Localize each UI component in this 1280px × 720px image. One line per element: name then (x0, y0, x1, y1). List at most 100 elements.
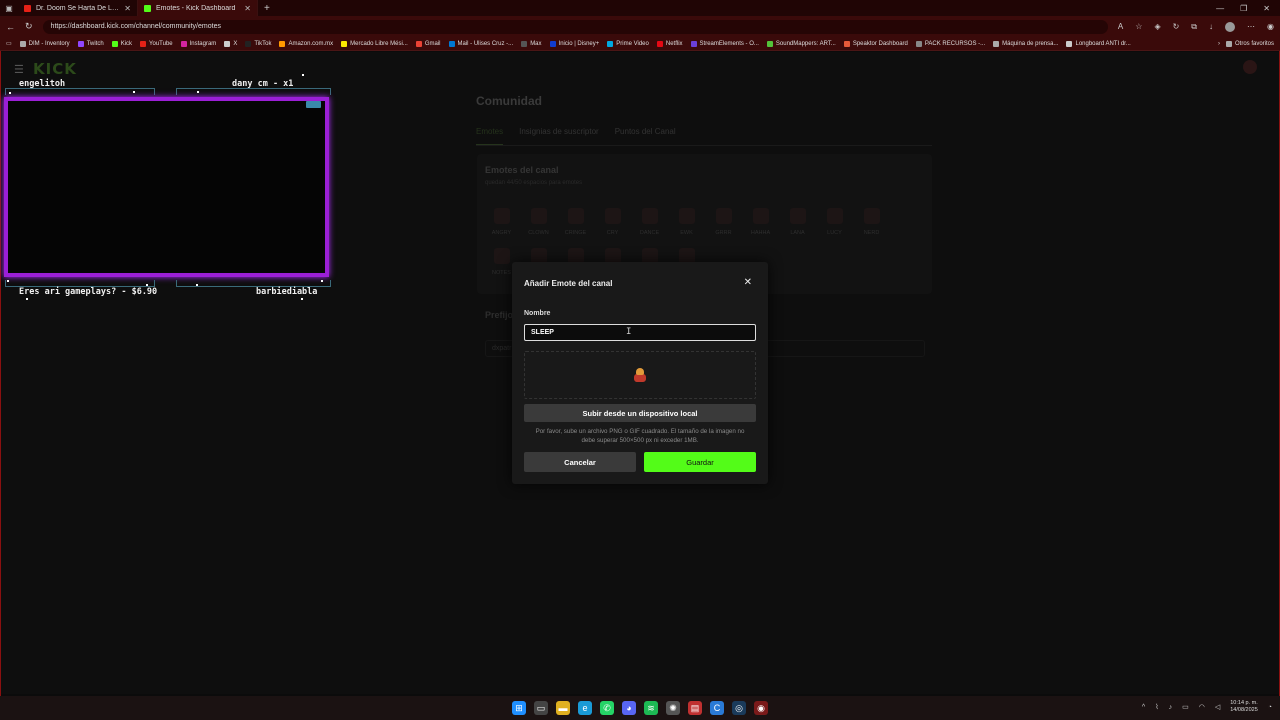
steam-icon[interactable]: ◎ (732, 701, 746, 715)
extension-icon[interactable]: ◈ (1154, 22, 1160, 32)
bookmark[interactable]: Netflix (656, 40, 683, 47)
task-view-icon[interactable]: ▭ (534, 701, 548, 715)
emote-item[interactable]: NERD (853, 208, 890, 236)
ccleaner-icon[interactable]: C (710, 701, 724, 715)
kick-icon (144, 4, 151, 12)
profile-avatar[interactable] (1225, 21, 1236, 32)
tab-emotes[interactable]: Emotes (476, 127, 504, 145)
kick-logo[interactable]: KICK (33, 60, 77, 78)
tab-channel-points[interactable]: Puntos del Canal (615, 127, 676, 145)
close-window-icon[interactable]: ✕ (1263, 4, 1270, 13)
chatgpt-icon[interactable]: ✺ (666, 701, 680, 715)
bookmark[interactable]: Amazon.com.mx (279, 40, 333, 47)
edge-icon[interactable]: e (578, 701, 592, 715)
bookmark[interactable]: StreamElements - O... (690, 40, 759, 47)
tab-title: Dr. Doom Se Harta De Los 4 Fant (36, 4, 120, 12)
discord-icon[interactable]: ◕ (622, 701, 636, 715)
emote-item[interactable]: CRY (594, 208, 631, 236)
bookmarks-bar: ▭ DIM - Inventory Twitch Kick YouTube In… (0, 37, 1280, 51)
minimize-icon[interactable]: — (1216, 4, 1224, 13)
whatsapp-icon[interactable]: ✆ (600, 701, 614, 715)
emote-item[interactable]: HAHHA (742, 208, 779, 236)
emote-item[interactable]: ANGRY (483, 208, 520, 236)
emote-item[interactable]: EWK (668, 208, 705, 236)
other-bookmarks[interactable]: Otros favoritos (1225, 40, 1274, 47)
read-aloud-icon[interactable]: A (1118, 22, 1123, 32)
bookmark[interactable]: Mail - Ulises Cruz -... (448, 40, 513, 47)
more-bookmarks-icon[interactable]: › (1218, 41, 1220, 47)
emote-item[interactable]: LANA (779, 208, 816, 236)
add-emote-modal: Añadir Emote del canal ✕ Nombre SLEEP I … (512, 262, 768, 484)
bookmark[interactable]: Mercado Libre Mési... (341, 40, 408, 47)
bookmark[interactable]: PACK RECURSOS -... (915, 40, 985, 47)
emote-item[interactable]: GRRR (705, 208, 742, 236)
emote-item[interactable]: DANCE (631, 208, 668, 236)
network-icon[interactable]: ⌇ (1155, 703, 1158, 711)
system-clock[interactable]: 10:14 p. m. 14/08/2025 (1230, 700, 1258, 714)
notifications-icon[interactable]: ◔ (1268, 704, 1272, 711)
favorite-star-icon[interactable]: ☆ (1135, 22, 1142, 32)
emote-item[interactable]: LUCY (816, 208, 853, 236)
url-field[interactable]: https://dashboard.kick.com/channel/commu… (42, 19, 1108, 34)
tray-overflow-icon[interactable]: ^ (1142, 704, 1145, 711)
tab-title: Emotes - Kick Dashboard (156, 4, 236, 12)
overlay-camera-frame (4, 97, 329, 277)
toolbar-icons: A ☆ ◈ ↻ ⧉ ↓ ⋯ ◉ (1118, 21, 1274, 32)
display-icon[interactable]: ▭ (1182, 703, 1189, 711)
menu-icon[interactable]: ☰ (14, 63, 24, 76)
mic-icon[interactable]: ♪ (1169, 704, 1173, 711)
tiktok-icon (245, 40, 252, 47)
emote-dropzone[interactable] (524, 351, 756, 399)
new-tab-button[interactable]: + (258, 3, 276, 14)
refresh-extension-icon[interactable]: ↻ (1173, 22, 1180, 32)
copilot-icon[interactable]: ◉ (1267, 22, 1274, 32)
bookmark[interactable]: DIM - Inventory (19, 40, 70, 47)
cancel-button[interactable]: Cancelar (524, 452, 636, 472)
windows-start-icon[interactable]: ⊞ (512, 701, 526, 715)
bookmark-label: Prime Video (616, 40, 649, 47)
bookmark[interactable]: Máquina de prensa... (993, 40, 1058, 47)
emote-slots-text: quedan 44/50 espacios para emotes (485, 180, 583, 186)
emote-item[interactable]: CLOWN (520, 208, 557, 236)
close-tab-icon[interactable]: ✕ (124, 4, 131, 13)
bookmark[interactable]: Max (521, 40, 542, 47)
tab-youtube[interactable]: Dr. Doom Se Harta De Los 4 Fant ✕ (18, 0, 138, 16)
bookmark[interactable]: Kick (111, 40, 132, 47)
bookmark[interactable]: Longboard ANTI dr... (1066, 40, 1131, 47)
spotify-icon[interactable]: ≋ (644, 701, 658, 715)
volume-icon[interactable]: ◁ (1215, 703, 1220, 711)
bookmark[interactable]: YouTube (140, 40, 173, 47)
upload-local-button[interactable]: Subir desde un dispositivo local (524, 404, 756, 422)
bookmark[interactable]: TikTok (245, 40, 271, 47)
emote-name-input[interactable]: SLEEP (524, 324, 756, 341)
tab-subscriber-badges[interactable]: Insignias de suscriptor (519, 127, 599, 145)
download-icon[interactable]: ↓ (1209, 22, 1213, 32)
emote-item[interactable]: CRINGE (557, 208, 594, 236)
bookmark[interactable]: X (224, 40, 237, 47)
bookmark[interactable]: Twitch (77, 40, 104, 47)
bookmark[interactable]: Prime Video (607, 40, 649, 47)
tab-kick-dashboard[interactable]: Emotes - Kick Dashboard ✕ (138, 0, 258, 16)
file-explorer-icon[interactable]: ▬ (556, 701, 570, 715)
bookmark[interactable]: Speaktor Dashboard (843, 40, 908, 47)
app-icon[interactable]: ▤ (688, 701, 702, 715)
bookmark[interactable]: Inicio | Disney+ (549, 40, 599, 47)
tab-actions-icon[interactable]: ▣ (0, 0, 18, 16)
menu-dots-icon[interactable]: ⋯ (1247, 22, 1255, 32)
bookmark[interactable]: SoundMappers: ART... (766, 40, 836, 47)
reload-icon[interactable]: ↻ (25, 21, 33, 32)
user-avatar[interactable] (1243, 60, 1257, 74)
wifi-icon[interactable]: ◠ (1199, 703, 1205, 711)
emote-label: HAHHA (750, 230, 771, 236)
bookmark[interactable]: Instagram (180, 40, 216, 47)
close-icon[interactable]: ✕ (744, 277, 752, 288)
obs-icon[interactable]: ◉ (754, 701, 768, 715)
maximize-icon[interactable]: ❐ (1240, 4, 1247, 13)
bookmark[interactable]: Gmail (415, 40, 441, 47)
collections-icon[interactable]: ⧉ (1191, 22, 1197, 32)
bookmark-icon (19, 40, 26, 47)
close-tab-icon[interactable]: ✕ (244, 4, 251, 13)
bookmarks-folder-icon[interactable]: ▭ (6, 40, 12, 47)
back-icon[interactable]: ← (6, 22, 15, 32)
save-button[interactable]: Guardar (644, 452, 756, 472)
